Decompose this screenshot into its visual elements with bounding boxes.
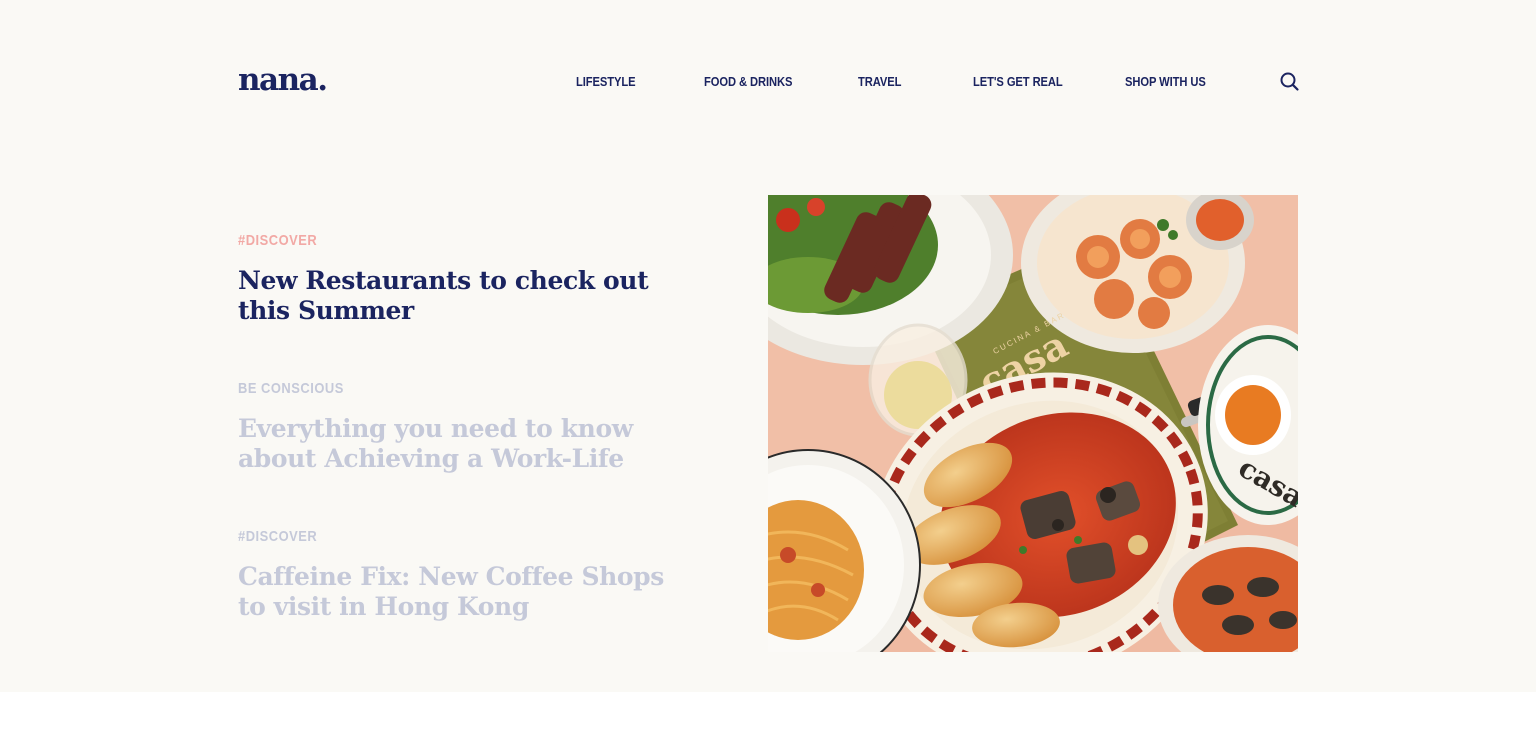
search-button[interactable] bbox=[1278, 70, 1300, 92]
hero-section: nana. LIFESTYLE FOOD & DRINKS TRAVEL LET… bbox=[0, 0, 1536, 692]
article-title[interactable]: New Restaurants to check out this Summer bbox=[238, 266, 688, 326]
nav-item-lets-get-real[interactable]: LET'S GET REAL bbox=[973, 74, 1063, 90]
featured-article-1[interactable]: #DISCOVER New Restaurants to check out t… bbox=[238, 232, 688, 326]
article-title[interactable]: Caffeine Fix: New Coffee Shops to visit … bbox=[238, 562, 688, 622]
article-category: #DISCOVER bbox=[238, 528, 318, 545]
article-category: #DISCOVER bbox=[238, 232, 318, 249]
food-spread-illustration: casa CUCINA & BAR casa bbox=[768, 195, 1298, 652]
nav-item-travel[interactable]: TRAVEL bbox=[858, 74, 901, 90]
featured-food-image[interactable]: casa CUCINA & BAR casa bbox=[768, 195, 1298, 652]
search-icon bbox=[1280, 72, 1299, 91]
nav-item-lifestyle[interactable]: LIFESTYLE bbox=[576, 74, 636, 90]
featured-article-3[interactable]: #DISCOVER Caffeine Fix: New Coffee Shops… bbox=[238, 528, 688, 622]
article-category: BE CONSCIOUS bbox=[238, 380, 344, 397]
featured-article-2[interactable]: BE CONSCIOUS Everything you need to know… bbox=[238, 380, 688, 474]
site-logo[interactable]: nana. bbox=[238, 62, 328, 98]
article-title[interactable]: Everything you need to know about Achiev… bbox=[238, 414, 688, 474]
nav-item-food-drinks[interactable]: FOOD & DRINKS bbox=[704, 74, 792, 90]
nav-item-shop-with-us[interactable]: SHOP WITH US bbox=[1125, 74, 1206, 90]
